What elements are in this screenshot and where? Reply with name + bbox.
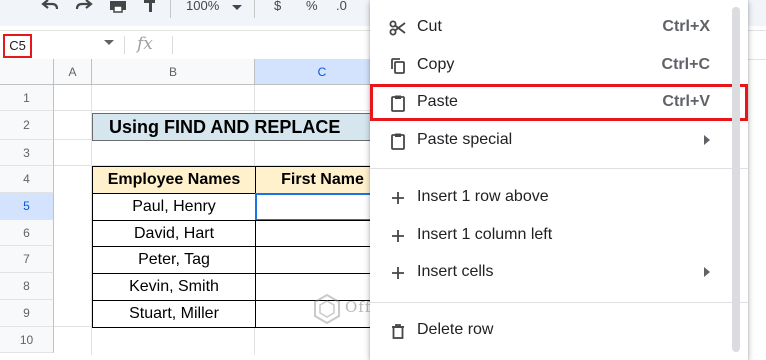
sheet-title[interactable]: Using FIND AND REPLACE	[92, 113, 382, 141]
employee-name-cell[interactable]: David, Hart	[92, 220, 256, 247]
menu-item-delete-row[interactable]: Delete row	[370, 312, 748, 349]
formula-separator	[124, 36, 125, 54]
chevron-down-icon[interactable]	[232, 5, 242, 11]
menu-item-label: Insert 1 column left	[417, 226, 553, 243]
context-menu: Cut Ctrl+X Copy Ctrl+C Paste Ctrl+V Past…	[370, 0, 748, 360]
menu-item-shortcut: Ctrl+C	[661, 56, 710, 73]
employee-name-cell[interactable]: Stuart, Miller	[92, 300, 256, 328]
menu-item-paste[interactable]: Paste Ctrl+V	[370, 84, 748, 121]
currency-format-button[interactable]: $	[274, 0, 281, 13]
percent-format-button[interactable]: %	[306, 0, 318, 13]
menu-item-insert-row-above[interactable]: Insert 1 row above	[370, 179, 748, 216]
row-header-4[interactable]: 4	[0, 166, 54, 193]
copy-icon	[389, 57, 407, 75]
zoom-select[interactable]: 100%	[186, 0, 219, 13]
paint-format-icon[interactable]	[142, 0, 158, 13]
row-header-9[interactable]: 9	[0, 300, 54, 327]
row-header-1[interactable]: 1	[0, 85, 54, 111]
print-icon[interactable]	[108, 0, 128, 13]
name-box[interactable]: C5	[3, 34, 32, 58]
menu-item-paste-special[interactable]: Paste special	[370, 122, 748, 159]
plus-icon	[389, 264, 407, 282]
menu-item-insert-cells[interactable]: Insert cells	[370, 254, 748, 291]
formula-separator	[172, 36, 173, 54]
scissors-icon	[389, 19, 407, 37]
menu-item-label: Insert 1 row above	[417, 188, 549, 205]
menu-item-label: Delete row	[417, 321, 494, 338]
menu-separator	[370, 302, 748, 303]
employee-name-cell[interactable]: Peter, Tag	[92, 246, 256, 274]
menu-item-copy[interactable]: Copy Ctrl+C	[370, 47, 748, 84]
employee-name-cell[interactable]: Kevin, Smith	[92, 273, 256, 301]
select-all-corner[interactable]	[0, 59, 54, 85]
menu-item-cut[interactable]: Cut Ctrl+X	[370, 9, 748, 46]
fx-icon: fx	[137, 34, 153, 54]
toolbar-separator	[170, 0, 171, 18]
row-header-8[interactable]: 8	[0, 273, 54, 300]
menu-item-label: Copy	[417, 56, 455, 73]
menu-item-insert-column-left[interactable]: Insert 1 column left	[370, 217, 748, 254]
menu-item-label: Paste special	[417, 131, 513, 148]
column-header-b[interactable]: B	[92, 59, 255, 85]
header-employee-names[interactable]: Employee Names	[92, 166, 256, 194]
decrease-decimal-button[interactable]: .0	[336, 0, 347, 13]
menu-item-shortcut: Ctrl+V	[662, 93, 710, 110]
row-header-10[interactable]: 10	[0, 327, 54, 353]
plus-icon	[389, 189, 407, 207]
gridline	[54, 110, 370, 111]
name-box-dropdown-icon[interactable]	[104, 40, 114, 45]
trash-icon	[389, 322, 407, 340]
row-header-5[interactable]: 5	[0, 193, 54, 220]
menu-item-shortcut: Ctrl+X	[662, 18, 710, 35]
plus-icon	[389, 227, 407, 245]
menu-item-label: Insert cells	[417, 263, 494, 280]
clipboard-icon	[389, 132, 407, 150]
row-header-2[interactable]: 2	[0, 111, 54, 140]
menu-item-label: Cut	[417, 18, 442, 35]
row-header-7[interactable]: 7	[0, 246, 54, 273]
menu-separator	[370, 168, 748, 169]
menu-item-label: Paste	[417, 93, 458, 110]
undo-icon[interactable]	[40, 0, 60, 13]
row-header-6[interactable]: 6	[0, 220, 54, 246]
submenu-arrow-icon	[704, 135, 710, 145]
clipboard-icon	[389, 94, 407, 112]
employee-name-cell[interactable]: Paul, Henry	[92, 193, 256, 221]
submenu-arrow-icon	[704, 267, 710, 277]
column-header-a[interactable]: A	[54, 59, 92, 85]
menu-scrollbar[interactable]	[732, 7, 740, 352]
redo-icon[interactable]	[74, 0, 94, 13]
row-header-3[interactable]: 3	[0, 140, 54, 166]
toolbar-separator	[254, 0, 255, 18]
officewheel-logo-icon	[314, 294, 340, 324]
